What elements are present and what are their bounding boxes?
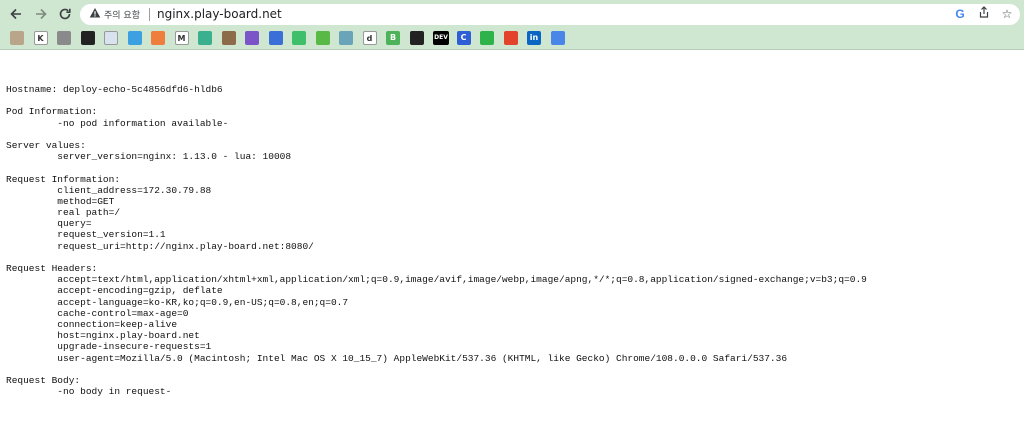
response-line: server_version=nginx: 1.13.0 - lua: 1000… [6,151,292,163]
gmail-bookmark[interactable]: M [174,31,189,45]
owl-bookmark[interactable] [315,31,330,45]
response-line: method=GET [6,195,115,207]
response-line: Hostname: deploy-echo-5c4856dfd6-hldb6 [6,84,223,95]
response-line: host=nginx.play-board.net [6,330,200,342]
response-line: Request Information: [6,173,121,185]
response-line [6,162,1018,173]
response-line: real path=/ [6,207,121,219]
response-line: request_uri=http://nginx.play-board.net:… [6,240,314,252]
back-arrow-icon[interactable] [6,4,26,24]
response-line: -no body in request- [6,386,172,398]
green-app-bookmark[interactable] [480,31,494,45]
reload-icon[interactable] [55,4,75,24]
response-line: connection=keep-alive [6,318,178,330]
pencil-bookmark[interactable] [127,31,142,45]
o-bookmark[interactable] [245,31,259,45]
response-line: accept-encoding=gzip, deflate [6,285,223,297]
response-line: accept=text/html,application/xhtml+xml,a… [6,274,867,286]
echo-response-body: Hostname: deploy-echo-5c4856dfd6-hldb6 Po… [6,84,1018,397]
linkedin-bookmark[interactable]: in [527,31,541,45]
response-line: upgrade-insecure-requests=1 [6,341,212,353]
response-line [6,364,1018,375]
response-line [6,95,1018,106]
response-line: Server values: [6,139,86,151]
d-bookmark[interactable]: d [362,31,377,45]
response-line: user-agent=Mozilla/5.0 (Macintosh; Intel… [6,352,788,364]
response-line: Request Body: [6,374,81,386]
response-line: Pod Information: [6,106,98,118]
google-icon[interactable]: G [952,6,968,22]
forward-arrow-icon[interactable] [31,4,51,24]
gitlab-bookmark[interactable] [503,31,518,45]
b-bookmark[interactable]: B [386,31,400,45]
box-bookmark[interactable] [151,31,165,45]
response-line: Request Headers: [6,263,98,274]
github-bookmark[interactable] [80,31,95,45]
response-line: client_address=172.30.79.88 [6,184,212,196]
response-line: cache-control=max-age=0 [6,307,189,319]
url-text[interactable]: nginx.play-board.net [157,7,282,21]
response-line: request_version=1.1 [6,229,166,241]
plant-bookmark[interactable] [198,31,212,45]
address-bar[interactable]: 주의 요함 nginx.play-board.net G ☆ [80,4,1020,25]
share-icon[interactable] [976,6,992,22]
response-line [6,252,1018,263]
star-icon[interactable]: ☆ [999,6,1015,22]
browser-toolbar: 주의 요함 nginx.play-board.net G ☆ [0,0,1024,28]
response-line: query= [6,218,92,230]
globe-bookmark[interactable] [268,31,283,45]
response-line: accept-language=ko-KR,ko;q=0.9,en-US;q=0… [6,296,349,308]
dev-bookmark[interactable]: DEV [433,31,449,45]
bookmarks-bar: K Md B DEV Cin [0,28,1024,50]
translate-bookmark[interactable] [550,31,565,45]
security-warning-label[interactable]: 주의 요함 [104,8,140,21]
db-bookmark[interactable] [57,31,71,45]
google-news-bookmark[interactable] [104,31,118,45]
warning-triangle-icon[interactable] [88,7,102,21]
notes-bookmark[interactable] [10,31,24,45]
q-bookmark[interactable] [292,31,306,45]
response-line [6,129,1018,140]
address-separator [149,8,150,21]
gear-bookmark[interactable] [339,31,353,45]
k-bookmark[interactable]: K [33,31,48,45]
dark-globe-bookmark[interactable] [409,31,424,45]
response-line: -no pod information available- [6,117,229,129]
c-bookmark[interactable]: C [456,31,471,45]
book-bookmark[interactable] [221,31,236,45]
